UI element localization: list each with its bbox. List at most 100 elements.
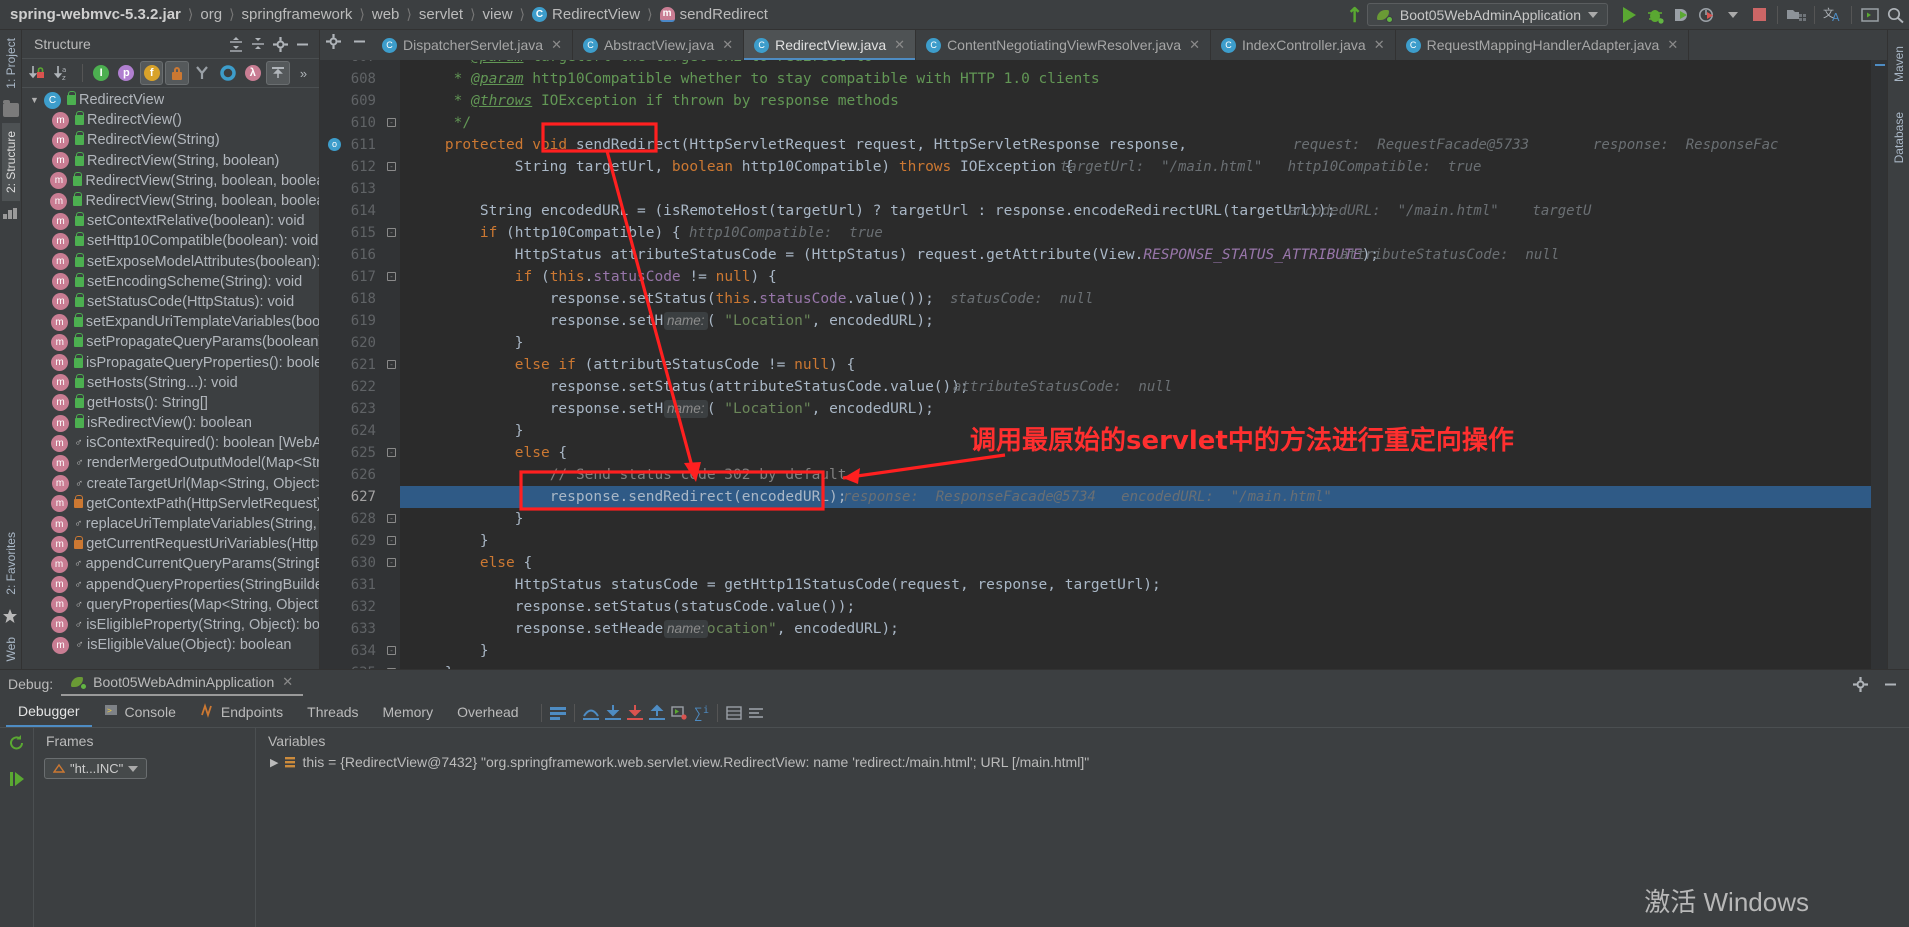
- structure-item[interactable]: m isPropagateQueryProperties(): boolea: [22, 352, 319, 372]
- tree-root-node[interactable]: ▼ C RedirectView: [22, 90, 319, 110]
- run-coverage-icon[interactable]: [1668, 2, 1694, 28]
- structure-item[interactable]: m setContextRelative(boolean): void: [22, 211, 319, 231]
- force-step-into-icon[interactable]: [624, 702, 646, 724]
- breadcrumb-item-org[interactable]: org: [200, 6, 222, 23]
- breadcrumb-item-class[interactable]: C RedirectView: [532, 6, 640, 23]
- variable-row[interactable]: ▶ this = {RedirectView@7432} "org.spring…: [256, 754, 1909, 770]
- folder-icon[interactable]: [2, 99, 19, 117]
- structure-item[interactable]: m setHttp10Compatible(boolean): void: [22, 231, 319, 251]
- step-out-icon[interactable]: [646, 702, 668, 724]
- collapse-all-icon[interactable]: [247, 33, 269, 55]
- show-fields-icon[interactable]: f: [140, 61, 164, 85]
- sidebar-item-web[interactable]: Web: [2, 629, 20, 669]
- structure-item[interactable]: m RedirectView(String, boolean, boolean,: [22, 191, 319, 211]
- fold-marker-icon[interactable]: -: [387, 162, 396, 171]
- structure-icon[interactable]: [2, 207, 19, 221]
- close-icon[interactable]: ✕: [1189, 37, 1200, 53]
- thread-selector[interactable]: "ht...INC": [44, 758, 148, 779]
- debug-tab[interactable]: > Console: [92, 699, 188, 727]
- rerun-icon[interactable]: [6, 732, 28, 754]
- editor-tab[interactable]: C IndexController.java ✕: [1211, 30, 1396, 60]
- expand-arrow-icon[interactable]: ▶: [270, 756, 278, 769]
- structure-tree[interactable]: ▼ C RedirectView m RedirectView() m Redirec…: [22, 88, 319, 669]
- close-icon[interactable]: ✕: [1374, 37, 1385, 53]
- debug-session-tab[interactable]: Boot05WebAdminApplication ✕: [61, 672, 304, 696]
- structure-item[interactable]: m ♂ renderMergedOutputModel(Map<Str: [22, 453, 319, 473]
- expand-all-icon[interactable]: [225, 33, 247, 55]
- breadcrumb-item-springframework[interactable]: springframework: [242, 6, 353, 23]
- show-inherited-icon[interactable]: I: [90, 61, 113, 85]
- structure-item[interactable]: m RedirectView(String): [22, 130, 319, 150]
- structure-item[interactable]: m setPropagateQueryParams(boolean):: [22, 332, 319, 352]
- step-into-icon[interactable]: [602, 702, 624, 724]
- sidebar-item-structure[interactable]: 2: Structure: [1, 122, 20, 201]
- fold-marker-icon[interactable]: -: [387, 272, 396, 281]
- close-icon[interactable]: ✕: [722, 37, 733, 53]
- sidebar-item-database[interactable]: Database: [1890, 104, 1908, 171]
- editor-gutter-icons[interactable]: o: [320, 60, 348, 669]
- debug-icon[interactable]: [1642, 2, 1668, 28]
- sort-alphabetically-icon[interactable]: az: [51, 61, 74, 85]
- debug-tab[interactable]: Endpoints: [188, 699, 295, 727]
- close-icon[interactable]: ✕: [894, 37, 905, 53]
- resume-program-icon[interactable]: [6, 768, 28, 790]
- sidebar-item-maven[interactable]: Maven: [1890, 38, 1908, 90]
- structure-item[interactable]: m RedirectView(): [22, 110, 319, 130]
- search-icon[interactable]: [1883, 2, 1909, 28]
- structure-item[interactable]: m ♂ appendCurrentQueryParams(StringBui: [22, 554, 319, 574]
- stop-icon[interactable]: [1746, 2, 1772, 28]
- run-to-cursor-icon[interactable]: [668, 702, 690, 724]
- debug-tab[interactable]: Memory: [371, 700, 446, 726]
- fold-marker-icon[interactable]: -: [387, 536, 396, 545]
- show-interfaces-icon[interactable]: [216, 61, 239, 85]
- editor-tab[interactable]: C RedirectView.java ✕: [744, 30, 917, 60]
- minimize-icon[interactable]: [1879, 673, 1901, 695]
- override-method-gutter-icon[interactable]: o: [328, 138, 341, 151]
- run-icon[interactable]: [1616, 2, 1642, 28]
- scroll-from-source-icon[interactable]: [266, 61, 290, 85]
- editor-tab[interactable]: C AbstractView.java ✕: [573, 30, 745, 60]
- editor-tab[interactable]: C ContentNegotiatingViewResolver.java ✕: [916, 30, 1211, 60]
- step-over-icon[interactable]: [580, 702, 602, 724]
- editor-tab[interactable]: C RequestMappingHandlerAdapter.java ✕: [1396, 30, 1690, 60]
- fold-marker-icon[interactable]: -: [387, 646, 396, 655]
- breadcrumb-item-view[interactable]: view: [483, 6, 513, 23]
- run-configuration-selector[interactable]: Boot05WebAdminApplication: [1366, 3, 1608, 26]
- structure-item[interactable]: m ♂ createTargetUrl(Map<String, Object>: [22, 474, 319, 494]
- more-options-icon[interactable]: »: [292, 61, 315, 85]
- sidebar-item-favorites[interactable]: 2: Favorites: [2, 524, 20, 603]
- terminal-icon[interactable]: [1857, 2, 1883, 28]
- structure-item[interactable]: m setStatusCode(HttpStatus): void: [22, 292, 319, 312]
- fold-marker-icon[interactable]: -: [387, 228, 396, 237]
- breadcrumb-item-jar[interactable]: spring-webmvc-5.3.2.jar: [10, 6, 181, 23]
- show-non-public-icon[interactable]: [165, 61, 189, 85]
- debug-tab[interactable]: Debugger: [6, 699, 92, 727]
- fold-marker-icon[interactable]: -: [387, 360, 396, 369]
- view-breakpoints-icon[interactable]: [723, 702, 745, 724]
- structure-item[interactable]: m ♂ queryProperties(Map<String, Object>: [22, 595, 319, 615]
- breadcrumb-item-web[interactable]: web: [372, 6, 400, 23]
- debug-tab[interactable]: Threads: [295, 700, 370, 726]
- hide-panel-icon[interactable]: [291, 33, 313, 55]
- code-editor[interactable]: o 607 608 609 610 611 612 613 614 615 616 617 618 61…: [320, 60, 1887, 669]
- code-text[interactable]: * @param targetUrl the target URL to red…: [400, 60, 1871, 669]
- structure-item[interactable]: m isRedirectView(): boolean: [22, 413, 319, 433]
- editor-scrollbar[interactable]: [1871, 60, 1887, 669]
- chevron-down-icon[interactable]: ▼: [30, 95, 44, 105]
- sort-by-visibility-icon[interactable]: [26, 61, 49, 85]
- structure-item[interactable]: m getContextPath(HttpServletRequest):: [22, 494, 319, 514]
- group-implementations-icon[interactable]: [191, 61, 214, 85]
- code-folding-column[interactable]: - - - - - - - - - - -: [382, 60, 400, 669]
- close-icon[interactable]: ✕: [282, 674, 293, 690]
- structure-item[interactable]: m ♂ isEligibleValue(Object): boolean: [22, 635, 319, 655]
- sidebar-item-project[interactable]: 1: Project: [2, 30, 20, 97]
- structure-item[interactable]: m ♂ isContextRequired(): boolean [WebAp: [22, 433, 319, 453]
- show-properties-icon[interactable]: p: [115, 61, 138, 85]
- profile-dropdown-icon[interactable]: [1720, 2, 1746, 28]
- structure-item[interactable]: m setExpandUriTemplateVariables(boole: [22, 312, 319, 332]
- mute-breakpoints-icon[interactable]: [745, 702, 767, 724]
- close-icon[interactable]: ✕: [551, 37, 562, 53]
- settings-gear-icon[interactable]: [269, 33, 291, 55]
- back-arrow-icon[interactable]: ↗: [1341, 1, 1368, 28]
- editor-hide-icon[interactable]: [346, 30, 372, 52]
